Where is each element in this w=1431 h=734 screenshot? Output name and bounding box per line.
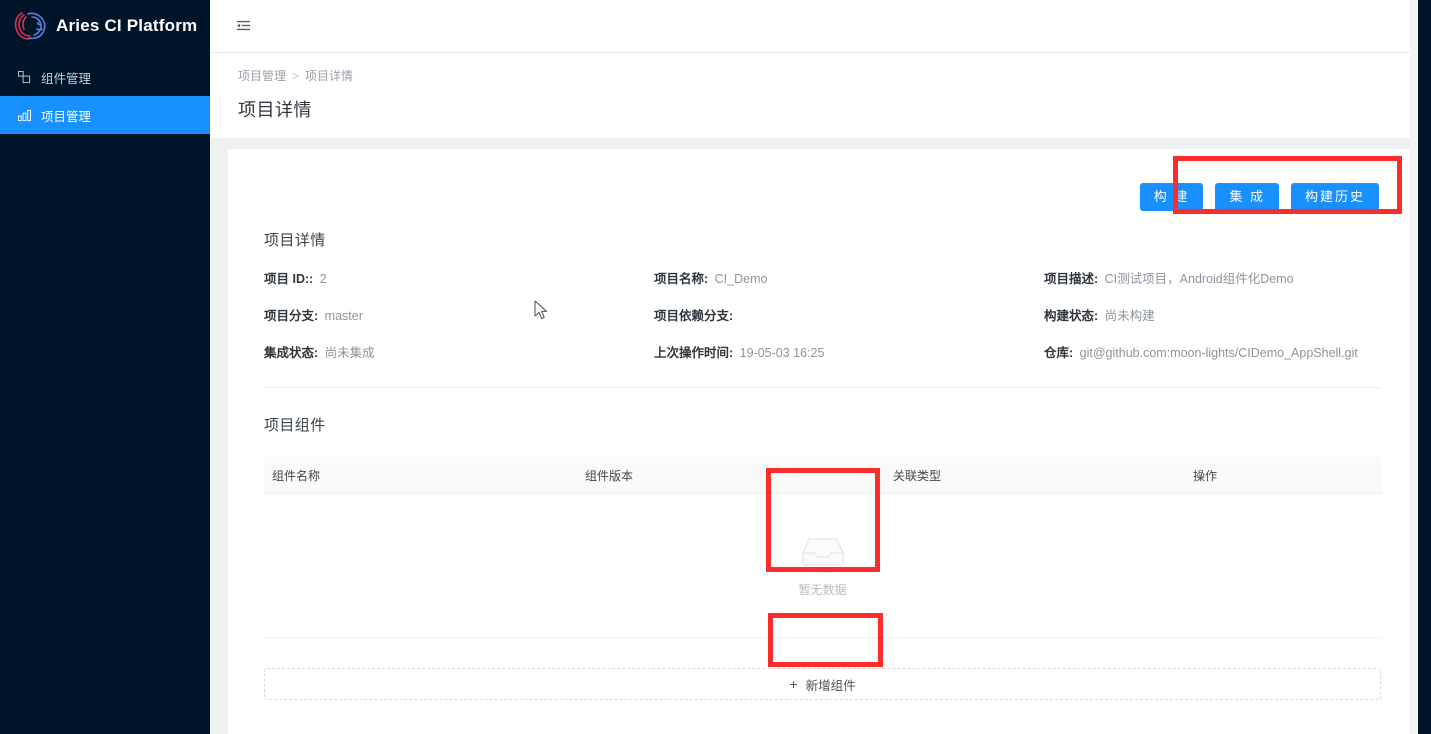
table-header-row: 组件名称 组件版本 关联类型 操作 <box>264 457 1381 494</box>
components-table: 组件名称 组件版本 关联类型 操作 暂无数据 <box>264 457 1381 638</box>
detail-section-title: 项目详情 <box>264 232 326 249</box>
info-label: 项目 ID:: <box>264 272 314 286</box>
vertical-scrollbar[interactable] <box>1410 0 1418 734</box>
main-region: 项目管理 > 项目详情 项目详情 构 建 集 成 构建历史 项目详情 项目 ID… <box>210 0 1431 734</box>
info-label: 构建状态: <box>1044 309 1099 323</box>
info-label: 项目依赖分支: <box>654 309 734 323</box>
info-field-repository: 仓库: git@github.com:moon-lights/CIDemo_Ap… <box>1044 342 1381 361</box>
info-field-project-name: 项目名称: CI_Demo <box>654 268 1044 287</box>
integrate-button[interactable]: 集 成 <box>1215 183 1279 211</box>
info-label: 集成状态: <box>264 346 319 360</box>
sidebar: Aries CI Platform 组件管理 项目管理 <box>0 0 210 734</box>
sidebar-item-component-management[interactable]: 组件管理 <box>0 58 210 96</box>
sidebar-nav: 组件管理 项目管理 <box>0 58 210 134</box>
window-edge-strip <box>1418 0 1431 734</box>
info-field-project-description: 项目描述: CI测试项目，Android组件化Demo <box>1044 268 1381 287</box>
content-wrapper: 构 建 集 成 构建历史 项目详情 项目 ID:: 2 项目名称: CI_Dem… <box>210 138 1431 734</box>
menu-fold-icon[interactable] <box>232 16 254 36</box>
appstore-icon <box>18 70 31 84</box>
detail-card: 构 建 集 成 构建历史 项目详情 项目 ID:: 2 项目名称: CI_Dem… <box>228 149 1417 734</box>
info-field-integration-status: 集成状态: 尚未集成 <box>264 342 654 361</box>
info-value: 尚未构建 <box>1104 309 1155 323</box>
column-header-component-name: 组件名称 <box>272 468 321 483</box>
add-component-button[interactable]: + 新增组件 <box>264 668 1381 700</box>
breadcrumb: 项目管理 > 项目详情 <box>238 67 1431 84</box>
plus-icon: + <box>789 676 798 692</box>
breadcrumb-current: 项目详情 <box>305 69 354 83</box>
topbar <box>210 0 1431 53</box>
page-title: 项目详情 <box>238 100 312 120</box>
info-field-last-operation-time: 上次操作时间: 19-05-03 16:25 <box>654 342 1044 361</box>
sidebar-logo-text: Aries CI Platform <box>56 16 198 35</box>
sidebar-item-project-management[interactable]: 项目管理 <box>0 96 210 134</box>
info-label: 仓库: <box>1044 346 1074 360</box>
info-value: CI_Demo <box>714 272 768 286</box>
info-value: CI测试项目，Android组件化Demo <box>1104 272 1294 286</box>
breadcrumb-separator: > <box>292 68 300 83</box>
project-info-grid: 项目 ID:: 2 项目名称: CI_Demo 项目描述: CI测试项目，And… <box>264 268 1381 388</box>
column-header-component-version: 组件版本 <box>585 468 634 483</box>
action-button-group: 构 建 集 成 构建历史 <box>264 175 1381 219</box>
breadcrumb-parent[interactable]: 项目管理 <box>238 67 286 84</box>
info-field-project-id: 项目 ID:: 2 <box>264 268 654 287</box>
info-field-build-status: 构建状态: 尚未构建 <box>1044 305 1381 324</box>
info-label: 项目分支: <box>264 309 319 323</box>
sidebar-logo[interactable]: Aries CI Platform <box>0 0 210 52</box>
add-component-label: 新增组件 <box>805 678 856 693</box>
build-history-button[interactable]: 构建历史 <box>1290 183 1379 211</box>
column-header-operation: 操作 <box>1193 468 1218 483</box>
app-root: Aries CI Platform 组件管理 项目管理 项目管理 > 项目详情 … <box>0 0 1431 734</box>
info-value: 2 <box>319 272 327 286</box>
aries-ram-head-logo-icon <box>8 4 52 48</box>
empty-state-text: 暂无数据 <box>798 583 847 597</box>
info-label: 项目名称: <box>654 272 709 286</box>
components-section-title: 项目组件 <box>264 417 326 434</box>
column-header-relation-type: 关联类型 <box>893 468 942 483</box>
info-value: git@github.com:moon-lights/CIDemo_AppShe… <box>1079 346 1358 360</box>
build-button[interactable]: 构 建 <box>1139 183 1204 211</box>
info-label: 项目描述: <box>1044 272 1099 286</box>
info-field-dependency-branch: 项目依赖分支: <box>654 305 1044 324</box>
info-value: 尚未集成 <box>324 346 375 360</box>
page-header: 项目管理 > 项目详情 项目详情 <box>210 53 1431 138</box>
info-value: master <box>324 309 363 323</box>
sidebar-item-label: 项目管理 <box>41 109 92 124</box>
add-component-row: + 新增组件 <box>264 638 1381 700</box>
project-icon <box>18 109 31 122</box>
info-label: 上次操作时间: <box>654 346 734 360</box>
info-field-project-branch: 项目分支: master <box>264 305 654 324</box>
table-empty-state: 暂无数据 <box>264 494 1381 638</box>
sidebar-item-label: 组件管理 <box>41 71 92 86</box>
inbox-icon <box>795 533 851 575</box>
info-value: 19-05-03 16:25 <box>739 346 825 360</box>
